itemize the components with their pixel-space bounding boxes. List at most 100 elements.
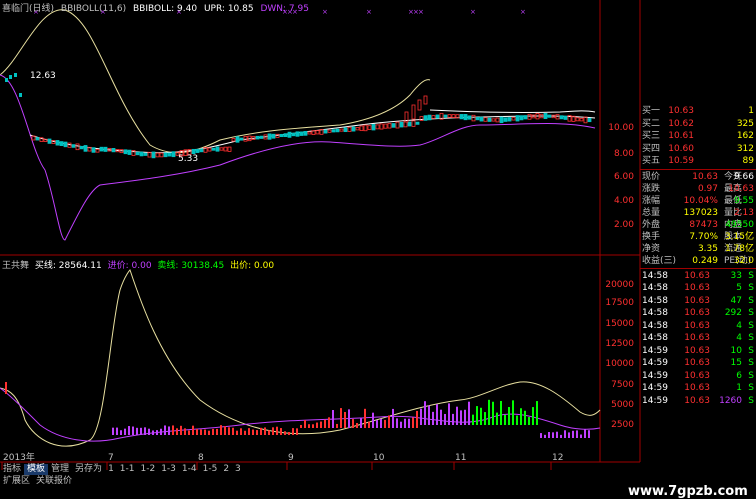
- indicator-bar: [232, 427, 234, 435]
- indicator-bar: [372, 412, 374, 428]
- price-lines: [0, 9, 596, 241]
- tick-volume: 33: [730, 270, 742, 281]
- tab-9[interactable]: 1-4: [179, 464, 200, 475]
- ext-tab-2[interactable]: 关联报价: [33, 476, 75, 487]
- indicator-bar: [368, 421, 370, 428]
- tab-1[interactable]: 指标: [0, 464, 24, 475]
- indicator-bar: [272, 427, 274, 435]
- indicator-bar: [404, 418, 406, 428]
- price-axis-label: 8.00: [614, 149, 634, 159]
- tick-time: 14:58: [642, 333, 668, 343]
- indicator-bar: [248, 428, 250, 435]
- candle: [423, 95, 428, 105]
- indicator-bar: [324, 419, 326, 428]
- indicator-bar: [320, 421, 322, 428]
- tab-2[interactable]: 模板: [24, 464, 49, 475]
- candle: [415, 121, 420, 125]
- tick-row[interactable]: 14:59 10.63 15 S: [640, 357, 756, 370]
- candle: [447, 114, 452, 118]
- indicator-bar: [484, 412, 486, 425]
- tab-4[interactable]: 另存为: [72, 464, 105, 475]
- time-axis-label: 11: [455, 453, 466, 463]
- sell-line-value: 卖线: 30138.45: [157, 261, 225, 271]
- tick-list[interactable]: 14:58 10.63 33 S 14:58 10.63 5 S 14:58 10.63 47 S 14…: [640, 270, 756, 408]
- tab-3[interactable]: 管理: [48, 464, 72, 475]
- candle: [411, 104, 416, 120]
- tick-row[interactable]: 14:59 10.63 10 S: [640, 345, 756, 358]
- indicator-bar: [196, 428, 198, 435]
- indicator-bar: [296, 428, 298, 435]
- candle: [487, 117, 492, 122]
- quote-label: 现价: [642, 171, 661, 182]
- tick-row[interactable]: 14:59 10.63 6 S: [640, 370, 756, 383]
- tab-7[interactable]: 1-2: [138, 464, 159, 475]
- orderbook-row[interactable]: 买一 10.63 1: [640, 105, 756, 118]
- ext-tab-1[interactable]: 扩展区: [0, 476, 33, 487]
- tick-row[interactable]: 14:58 10.63 4 S: [640, 332, 756, 345]
- tick-side: S: [748, 358, 754, 368]
- tick-volume: 4: [736, 333, 742, 343]
- candle: [471, 114, 476, 122]
- tick-row[interactable]: 14:58 10.63 5 S: [640, 282, 756, 295]
- upper-band-line: [0, 9, 431, 154]
- quote-row: 换手 7.70% 股本 3.15亿: [640, 231, 756, 243]
- indicator-bar: [536, 401, 538, 425]
- candle: [315, 130, 320, 135]
- tick-time: 14:59: [642, 370, 668, 381]
- time-axis-label: 8: [198, 453, 204, 463]
- buy-line-value: 买线: 28564.11: [34, 261, 102, 271]
- watermark: www.7gpzb.com: [628, 484, 748, 499]
- tick-row[interactable]: 14:59 10.63 1 S: [640, 382, 756, 395]
- candle: [5, 78, 8, 82]
- tick-row[interactable]: 14:58 10.63 4 S: [640, 320, 756, 333]
- indicator-bar: [208, 430, 210, 435]
- volume-axis-label: 2500: [611, 420, 634, 430]
- tab-11[interactable]: 2: [220, 464, 232, 475]
- indicator-bar: [312, 424, 314, 428]
- quote-value: 9.55: [733, 195, 754, 206]
- quote-value: 1.78亿: [724, 243, 754, 254]
- indicator-bar: [256, 430, 258, 435]
- tab-10[interactable]: 1-5: [200, 464, 221, 475]
- quote-row: 总量 137023 量比 2.13: [640, 207, 756, 219]
- signal-marker: ×: [470, 8, 476, 16]
- tab-5[interactable]: 1: [105, 464, 117, 475]
- candle: [395, 121, 400, 129]
- tab-6[interactable]: 1-1: [117, 464, 138, 475]
- orderbook-row[interactable]: 买四 10.60 312: [640, 143, 756, 156]
- orderbook-row[interactable]: 买五 10.59 89: [640, 155, 756, 168]
- candle: [75, 143, 80, 151]
- tick-row[interactable]: 14:58 10.63 292 S: [640, 307, 756, 320]
- tick-time: 14:59: [642, 395, 668, 406]
- indicator-bar: [340, 408, 342, 428]
- tab-12[interactable]: 3: [232, 464, 244, 475]
- orderbook-row[interactable]: 买二 10.62 325: [640, 118, 756, 131]
- candle: [55, 140, 60, 146]
- candle: [543, 113, 548, 120]
- indicator-bar: [116, 427, 118, 435]
- indicator-bar: [516, 415, 518, 425]
- indicator-bar: [572, 430, 574, 438]
- price-axis-label: 4.00: [614, 196, 634, 206]
- lower-header: 王共舞 买线: 28564.11 进价: 0.00 卖线: 30138.45 出…: [2, 258, 277, 271]
- orderbook-row[interactable]: 买三 10.61 162: [640, 130, 756, 143]
- indicator-bar: [568, 432, 570, 438]
- candle: [219, 147, 224, 151]
- indicator-bar: [560, 434, 562, 438]
- candle: [271, 133, 276, 139]
- indicator-bar: [308, 424, 310, 428]
- tick-time: 14:58: [642, 320, 668, 331]
- tick-row[interactable]: 14:58 10.63 47 S: [640, 295, 756, 308]
- candle: [587, 117, 592, 123]
- tick-row[interactable]: 14:59 10.63 1260 S: [640, 395, 756, 408]
- candle: [417, 99, 422, 111]
- tick-price: 10.63: [684, 395, 710, 406]
- signal-marker: ×: [418, 8, 424, 16]
- candle: [99, 146, 104, 152]
- indicator-bar: [504, 414, 506, 425]
- quote-value: 10.63: [728, 183, 754, 194]
- candle: [211, 147, 216, 151]
- indicator-bar: [564, 430, 566, 438]
- tick-row[interactable]: 14:58 10.63 33 S: [640, 270, 756, 283]
- tab-8[interactable]: 1-3: [158, 464, 179, 475]
